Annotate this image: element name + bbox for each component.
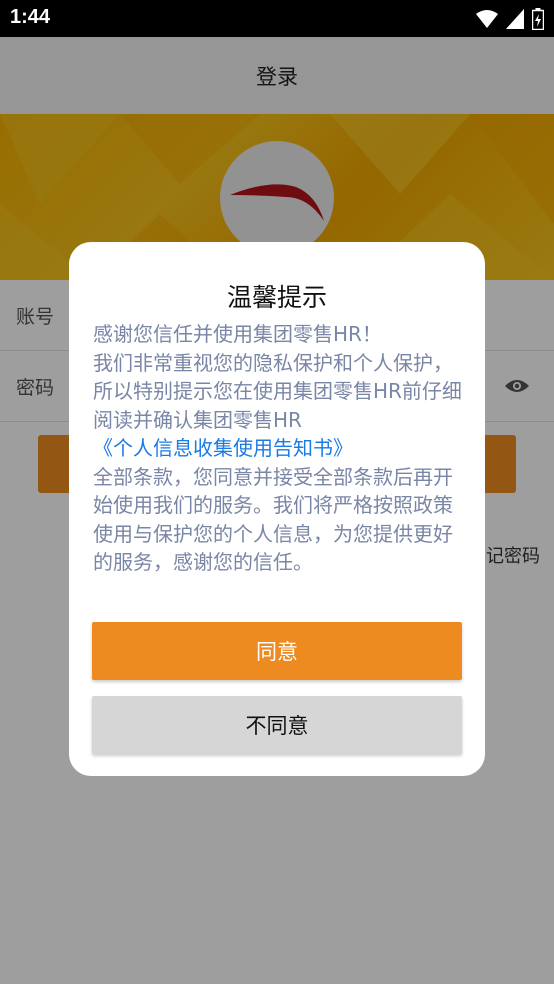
dialog-title: 温馨提示 bbox=[226, 283, 327, 312]
wifi-icon bbox=[476, 10, 498, 28]
dialog-text-terms: 全部条款，您同意并接受全部条款后再开始使用我们的服务。我们将严格按照政策使用与保… bbox=[93, 464, 453, 575]
disagree-button[interactable]: 不同意 bbox=[92, 696, 462, 754]
dialog-body: 感谢您信任并使用集团零售HR！ 我们非常重视您的隐私保护和个人保护，所以特别提示… bbox=[93, 320, 465, 577]
dialog-text-notice: 我们非常重视您的隐私保护和个人保护，所以特别提示您在使用集团零售HR前仔细阅读并… bbox=[93, 350, 462, 432]
signal-icon bbox=[506, 9, 524, 29]
status-time: 1:44 bbox=[10, 6, 51, 28]
status-icons bbox=[476, 8, 544, 30]
privacy-notice-link[interactable]: 《个人信息收集使用告知书》 bbox=[93, 434, 465, 463]
dialog-text-intro: 感谢您信任并使用集团零售HR！ bbox=[93, 322, 382, 346]
agree-button[interactable]: 同意 bbox=[92, 622, 462, 680]
privacy-dialog: 温馨提示 感谢您信任并使用集团零售HR！ 我们非常重视您的隐私保护和个人保护，所… bbox=[69, 242, 485, 776]
battery-icon bbox=[532, 8, 544, 30]
status-bar: 1:44 bbox=[0, 0, 554, 37]
